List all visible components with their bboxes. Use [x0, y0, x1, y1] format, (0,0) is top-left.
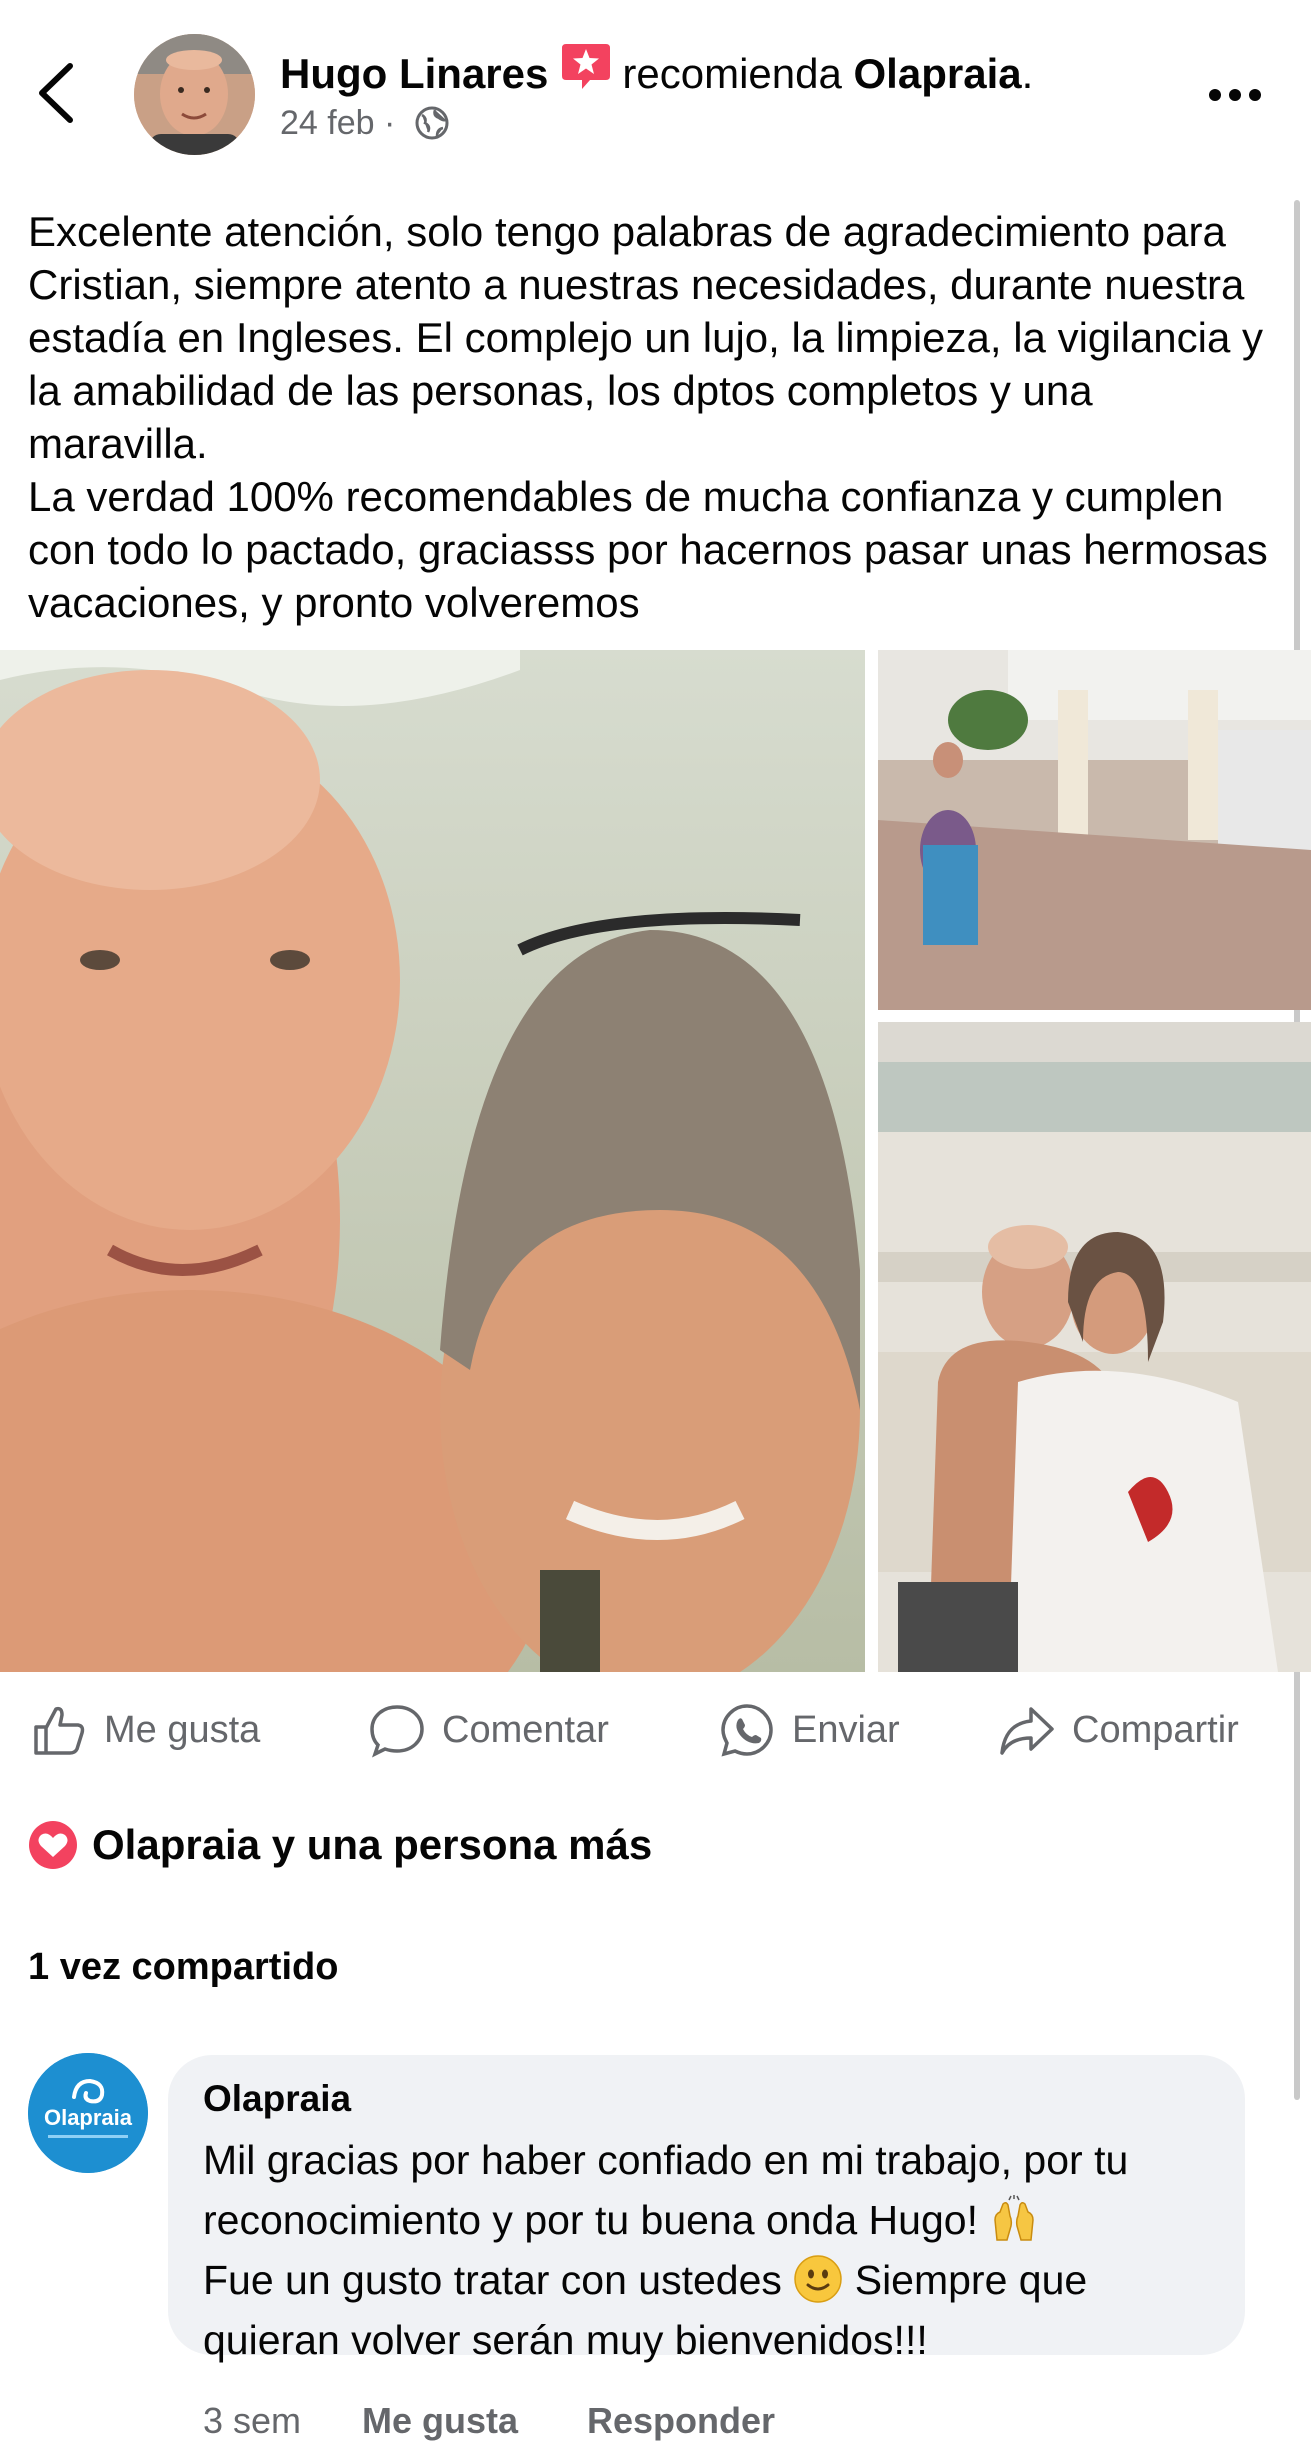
- chevron-left-icon: [39, 63, 73, 123]
- globe-icon[interactable]: [413, 104, 451, 142]
- post-paragraph: Excelente atención, solo tengo palabras …: [28, 208, 1264, 467]
- thumbs-up-icon: [34, 1706, 85, 1755]
- shares-count[interactable]: 1 vez compartido: [28, 1946, 338, 1989]
- comment-bubble-icon: [370, 1705, 424, 1758]
- share-button[interactable]: Compartir: [998, 1700, 1239, 1760]
- send-label: Enviar: [792, 1708, 900, 1751]
- recommend-verb: recomienda: [622, 50, 842, 97]
- comment-reply-button[interactable]: Responder: [587, 2400, 775, 2442]
- comment-author[interactable]: Olapraia: [203, 2078, 351, 2120]
- post-text: Excelente atención, solo tengo palabras …: [28, 205, 1278, 629]
- post-header-line: Hugo Linares recomienda Olapraia.: [280, 40, 1033, 98]
- meta-separator: ·: [383, 104, 396, 142]
- like-button[interactable]: Me gusta: [30, 1700, 260, 1760]
- comment-time[interactable]: 3 sem: [203, 2400, 301, 2442]
- send-button[interactable]: Enviar: [718, 1700, 900, 1760]
- back-button[interactable]: [30, 58, 90, 128]
- share-label: Compartir: [1072, 1708, 1239, 1751]
- photo-building-courtyard[interactable]: [878, 650, 1311, 1010]
- recommend-star-icon: [560, 40, 612, 92]
- comment-label: Comentar: [442, 1708, 609, 1751]
- like-label: Me gusta: [104, 1708, 261, 1751]
- page-name[interactable]: Olapraia: [854, 50, 1022, 97]
- share-arrow-icon: [1000, 1707, 1054, 1755]
- commenter-avatar[interactable]: Olapraia: [28, 2053, 148, 2173]
- comment-text: Mil gracias por haber confiado en mi tra…: [203, 2130, 1233, 2370]
- comment-like-button[interactable]: Me gusta: [362, 2400, 518, 2442]
- reactions-summary[interactable]: Olapraia y una persona más: [28, 1820, 652, 1870]
- post-meta: 24 feb ·: [280, 104, 451, 143]
- comment-text-part: Fue un gusto tratar con ustedes: [203, 2257, 782, 2303]
- photo-couple-hug[interactable]: [878, 1022, 1311, 1672]
- author-avatar[interactable]: [134, 34, 255, 155]
- more-dots-icon: [1209, 89, 1261, 101]
- post-paragraph: La verdad 100% recomendables de mucha co…: [28, 473, 1268, 626]
- period: .: [1021, 50, 1034, 97]
- post-date[interactable]: 24 feb: [280, 104, 375, 142]
- whatsapp-icon: [721, 1704, 773, 1757]
- more-options-button[interactable]: [1205, 70, 1265, 120]
- raising-hands-icon: [989, 2194, 1039, 2244]
- comment-button[interactable]: Comentar: [368, 1700, 609, 1760]
- love-reaction-icon: [29, 1821, 77, 1869]
- author-name[interactable]: Hugo Linares: [280, 50, 548, 97]
- reactions-text: Olapraia y una persona más: [92, 1821, 653, 1868]
- photo-selfie[interactable]: [0, 650, 865, 1672]
- smiling-face-icon: [793, 2254, 843, 2304]
- commenter-avatar-text: Olapraia: [44, 2105, 133, 2130]
